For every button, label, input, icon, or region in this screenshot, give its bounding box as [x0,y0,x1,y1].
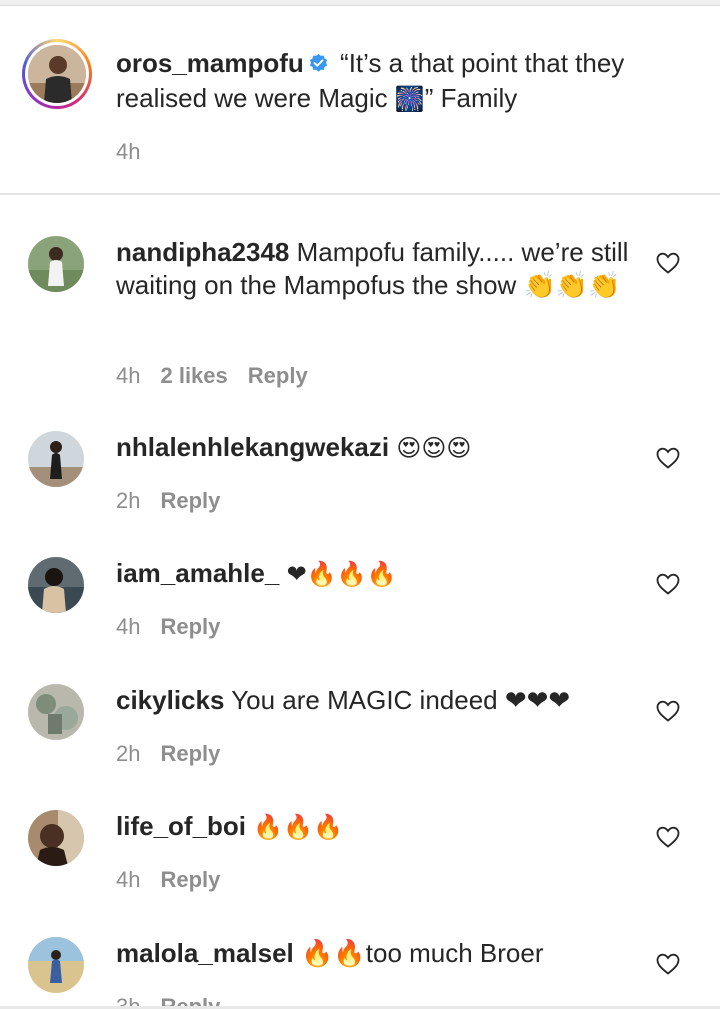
heart-icon[interactable] [656,700,680,722]
comment-meta: 4h Reply [116,614,220,640]
commenter-avatar[interactable] [28,431,84,487]
commenter-avatar[interactable] [28,937,84,993]
reply-button[interactable]: Reply [160,614,220,640]
commenter-avatar[interactable] [28,236,84,292]
comment-username[interactable]: cikylicks [116,685,224,715]
comment-time: 4h [116,867,141,892]
caption-avatar[interactable] [22,39,92,109]
comment-username[interactable]: nandipha2348 [116,237,289,267]
comment-time: 4h [116,363,141,388]
comment-username[interactable]: malola_malsel [116,938,294,968]
comment-body: ❤🔥🔥🔥 [286,560,397,588]
comment-text: nhlalenhlekangwekazi 😍😍😍 [116,431,636,465]
avatar-photo-icon [28,236,84,292]
comment-time: 2h [116,488,141,513]
comment-text: iam_amahle_ ❤🔥🔥🔥 [116,557,636,591]
caption-body-end: ” Family [424,83,518,113]
avatar-photo-icon [28,810,84,866]
comment-time: 4h [116,614,141,639]
reply-button[interactable]: Reply [160,741,220,767]
fireworks-emoji: 🎆 [394,85,425,113]
comment-text: malola_malsel 🔥🔥too much Broer [116,937,636,970]
avatar-photo-icon [28,431,84,487]
comment-body: 😍😍😍 [396,434,472,462]
heart-icon[interactable] [656,826,680,848]
verified-badge-icon [309,53,327,72]
caption-timestamp: 4h [116,139,141,164]
comment-text: life_of_boi 🔥🔥🔥 [116,810,636,844]
reply-button[interactable]: Reply [248,363,308,389]
heart-icon[interactable] [656,447,680,469]
avatar-photo-icon [28,557,84,613]
commenter-avatar[interactable] [28,810,84,866]
post-caption: oros_mampofu “It’s a that point that the… [0,6,720,195]
comment-text: nandipha2348 Mampofu family..... we’re s… [116,236,636,302]
comment-likes[interactable]: 2 likes [160,363,227,389]
reply-button[interactable]: Reply [160,488,220,514]
comment-username[interactable]: iam_amahle_ [116,558,279,588]
heart-icon[interactable] [656,252,680,274]
reply-button[interactable]: Reply [160,867,220,893]
commenter-avatar[interactable] [28,557,84,613]
comment-meta: 4h 2 likes Reply [116,363,308,389]
heart-icon[interactable] [656,953,680,975]
caption-username[interactable]: oros_mampofu [116,48,304,78]
comment-meta: 2h Reply [116,741,220,767]
caption-text: oros_mampofu “It’s a that point that the… [116,46,676,117]
comment-username[interactable]: life_of_boi [116,811,246,841]
avatar-photo-icon [28,45,86,103]
avatar-photo-icon [28,937,84,993]
comment-time: 2h [116,741,141,766]
commenter-avatar[interactable] [28,684,84,740]
comment-meta: 4h Reply [116,867,220,893]
comment-text: cikylicks You are MAGIC indeed ❤❤❤ [116,684,636,717]
comment-body: 🔥🔥too much Broer [301,938,544,968]
heart-icon[interactable] [656,573,680,595]
comment-body: You are MAGIC indeed ❤❤❤ [231,685,571,715]
comment-meta: 2h Reply [116,488,220,514]
avatar-photo-icon [28,684,84,740]
comment-body: 🔥🔥🔥 [253,813,343,841]
comment-username[interactable]: nhlalenhlekangwekazi [116,432,389,462]
